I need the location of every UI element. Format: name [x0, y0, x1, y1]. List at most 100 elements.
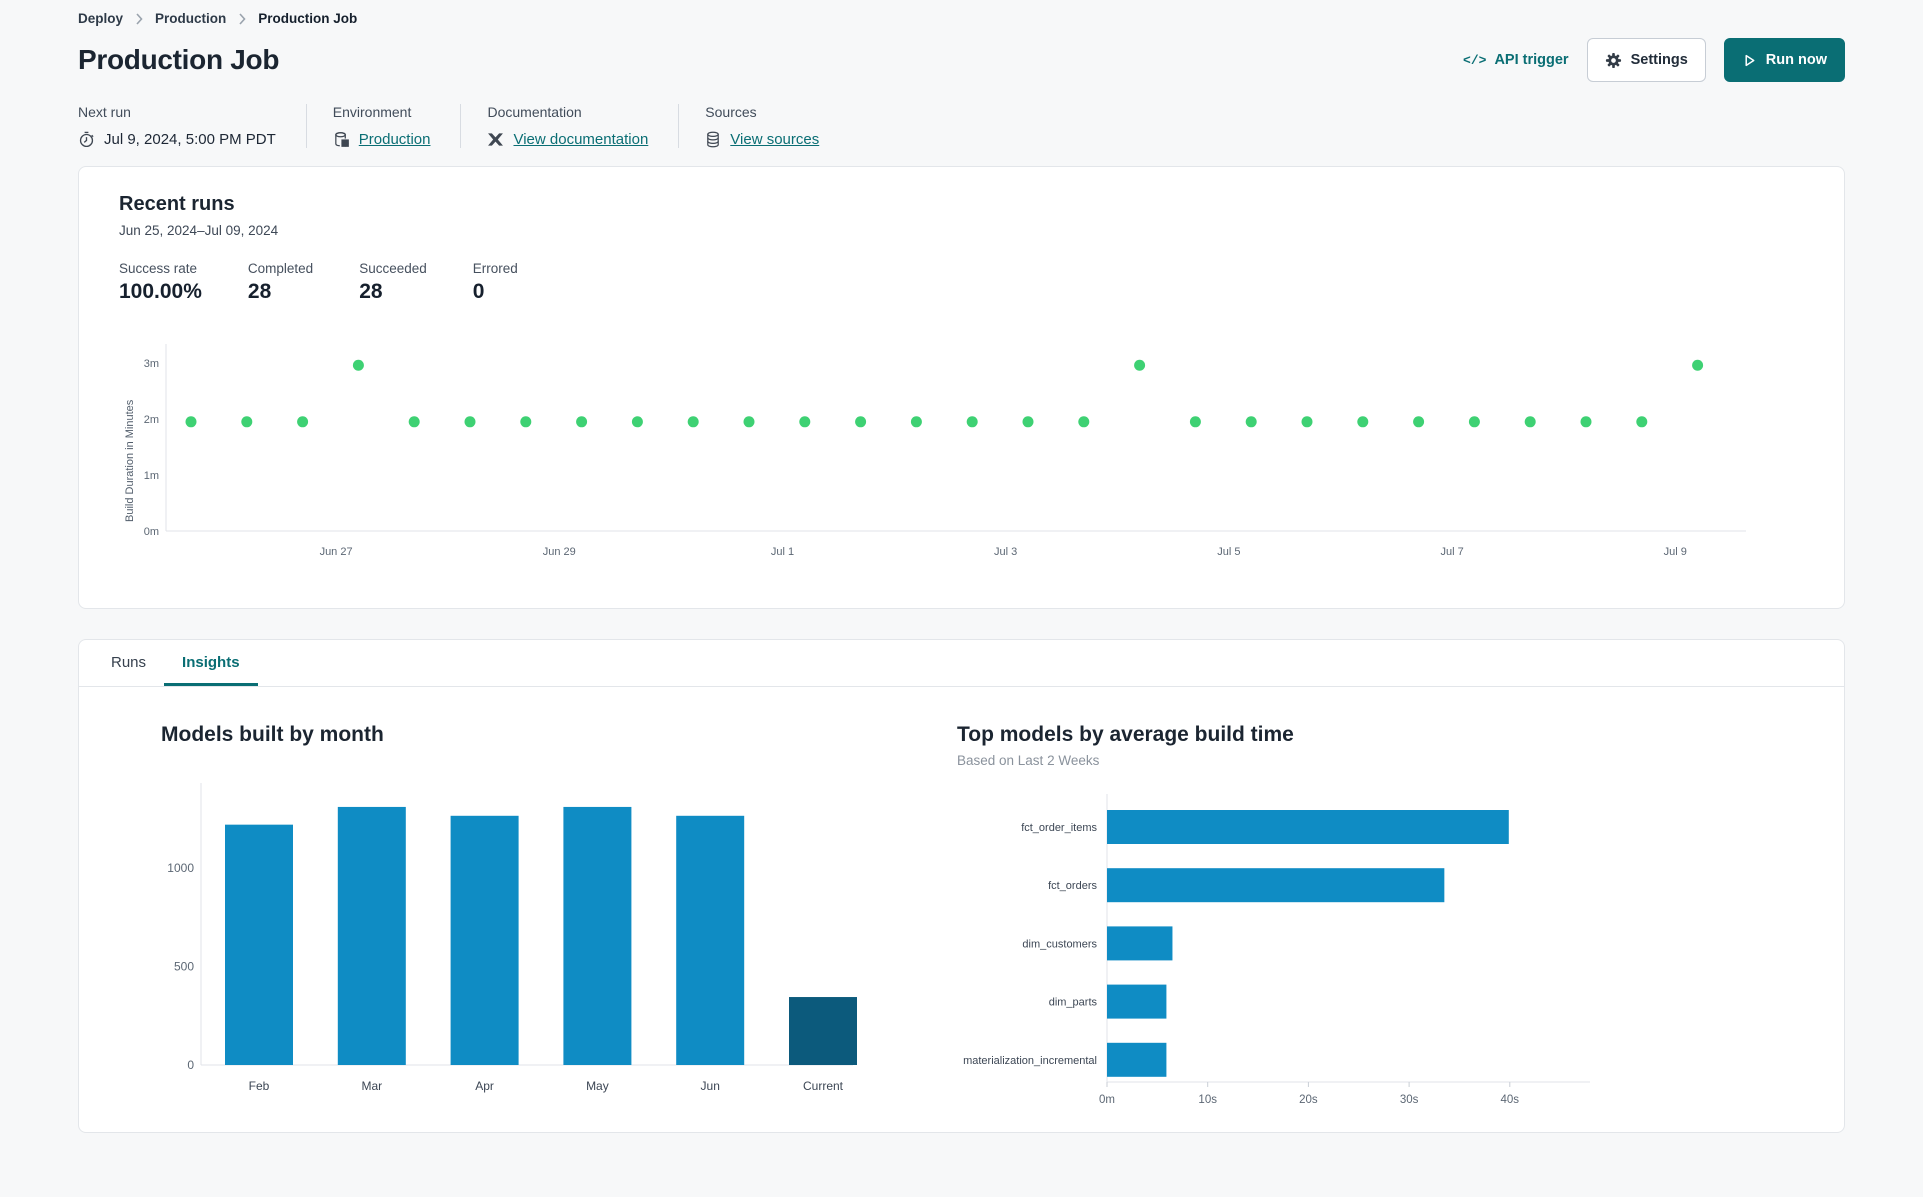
recent-runs-date-range: Jun 25, 2024–Jul 09, 2024 — [119, 223, 279, 238]
breadcrumb-current: Production Job — [258, 11, 358, 26]
run-point[interactable] — [520, 416, 532, 428]
run-point[interactable] — [1301, 416, 1313, 428]
axis-tick-label: 30s — [1400, 1094, 1419, 1106]
view-documentation-link[interactable]: View documentation — [513, 131, 648, 148]
stat-errored: Errored 0 — [472, 261, 518, 303]
axis-tick-label: Jul 7 — [1440, 546, 1463, 558]
run-now-button[interactable]: Run now — [1723, 38, 1845, 82]
axis-tick-label: Jul 3 — [994, 546, 1017, 558]
gear-icon — [1605, 52, 1622, 69]
run-point[interactable] — [1636, 416, 1648, 428]
insights-card: Runs Insights Models built by month 0 500… — [78, 639, 1845, 1133]
tab-bar: Runs Insights — [79, 640, 1844, 687]
next-run-label: Next run — [78, 104, 131, 120]
run-point[interactable] — [1468, 416, 1480, 428]
axis-tick-label: 500 — [174, 960, 194, 974]
breadcrumb-production[interactable]: Production — [155, 11, 226, 26]
model-bar — [1107, 810, 1509, 844]
run-point[interactable] — [352, 359, 364, 371]
chevron-right-icon — [135, 12, 143, 25]
clock-icon — [78, 131, 95, 148]
page-title: Production Job — [78, 44, 280, 75]
models-by-month-title: Models built by month — [161, 723, 384, 746]
run-point[interactable] — [1692, 359, 1704, 371]
axis-tick-label: dim_customers — [1022, 938, 1097, 950]
month-bar — [676, 815, 745, 1065]
run-now-label: Run now — [1765, 52, 1827, 68]
axis-tick-label: fct_order_items — [1021, 822, 1097, 834]
environment-link[interactable]: Production — [359, 131, 431, 148]
axis-tick-label: fct_orders — [1048, 880, 1097, 892]
run-point[interactable] — [687, 416, 699, 428]
axis-tick-label: Jun 27 — [320, 546, 353, 558]
top-models-title: Top models by average build time — [957, 723, 1294, 746]
settings-button[interactable]: Settings — [1586, 38, 1706, 82]
axis-tick-label: Jul 9 — [1664, 546, 1687, 558]
axis-tick-label: 2m — [144, 414, 159, 426]
run-point[interactable] — [1189, 416, 1201, 428]
axis-tick-label: 10s — [1198, 1094, 1217, 1106]
axis-tick-label: 0m — [1099, 1094, 1115, 1106]
run-point[interactable] — [1524, 416, 1536, 428]
recent-runs-title: Recent runs — [119, 193, 235, 215]
axis-tick-label: 1m — [144, 470, 159, 482]
run-point[interactable] — [1022, 416, 1034, 428]
top-models-subtitle: Based on Last 2 Weeks — [957, 753, 1100, 768]
scatter-y-axis-label: Build Duration in Minutes — [124, 399, 136, 523]
run-point[interactable] — [1245, 416, 1257, 428]
run-point[interactable] — [576, 416, 588, 428]
run-point[interactable] — [185, 416, 197, 428]
tab-runs[interactable]: Runs — [93, 640, 164, 686]
recent-runs-stats: Success rate 100.00% Completed 28 Succee… — [119, 261, 1804, 304]
play-icon — [1742, 53, 1757, 68]
run-point[interactable] — [799, 416, 811, 428]
run-point[interactable] — [408, 416, 420, 428]
month-bar — [225, 824, 293, 1065]
axis-tick-label: Jun 29 — [543, 546, 576, 558]
run-point[interactable] — [1357, 416, 1369, 428]
bar-chart: 0 500 1000 Feb Mar Apr May Jun Current — [167, 783, 857, 1093]
axis-tick-label: 0 — [187, 1058, 194, 1072]
run-point[interactable] — [1134, 359, 1146, 371]
month-bar — [450, 815, 519, 1065]
tab-insights[interactable]: Insights — [164, 640, 258, 686]
run-point[interactable] — [241, 416, 253, 428]
sources-label: Sources — [705, 104, 757, 120]
axis-tick-label: Feb — [249, 1079, 270, 1093]
recent-runs-card: Recent runs Jun 25, 2024–Jul 09, 2024 Su… — [78, 166, 1845, 609]
run-point[interactable] — [464, 416, 476, 428]
dbt-docs-icon — [487, 131, 504, 148]
documentation-label: Documentation — [487, 104, 582, 120]
model-bar — [1107, 1042, 1167, 1077]
axis-tick-label: 0m — [144, 526, 159, 538]
run-point[interactable] — [966, 416, 978, 428]
axis-tick-label: dim_parts — [1049, 997, 1098, 1009]
recent-runs-chart: 0m 1m 2m 3m Jun 27 Jun 29 Jul 1 Jul 3 Jul 5 Jul 7… — [141, 336, 1804, 586]
settings-label: Settings — [1630, 52, 1688, 68]
model-bar — [1107, 926, 1173, 961]
run-point[interactable] — [855, 416, 867, 428]
axis-tick-label: Mar — [361, 1079, 382, 1093]
page: Deploy Production Production Job Product… — [0, 0, 1923, 1133]
stat-completed: Completed 28 — [247, 261, 314, 303]
stat-success-rate: Success rate 100.00% — [119, 261, 202, 303]
run-point[interactable] — [1580, 416, 1592, 428]
view-sources-link[interactable]: View sources — [730, 131, 819, 148]
run-point[interactable] — [1413, 416, 1425, 428]
run-point[interactable] — [1078, 416, 1090, 428]
run-point[interactable] — [743, 416, 755, 428]
run-point[interactable] — [631, 416, 643, 428]
environment-icon — [333, 131, 350, 148]
environment-label: Environment — [332, 104, 412, 120]
database-icon — [705, 131, 721, 148]
run-point[interactable] — [297, 416, 309, 428]
run-point[interactable] — [910, 416, 922, 428]
axis-tick-label: materialization_incremental — [963, 1055, 1097, 1067]
axis-tick-label: Apr — [475, 1079, 494, 1093]
month-bar — [563, 806, 632, 1065]
breadcrumb-deploy[interactable]: Deploy — [78, 11, 123, 26]
api-trigger-link[interactable]: </> API trigger — [1463, 52, 1569, 68]
month-bar — [337, 806, 406, 1065]
code-icon: </> — [1463, 52, 1487, 68]
scatter-plot: 0m 1m 2m 3m Jun 27 Jun 29 Jul 1 Jul 3 Jul 5 Jul 7… — [144, 344, 1746, 558]
